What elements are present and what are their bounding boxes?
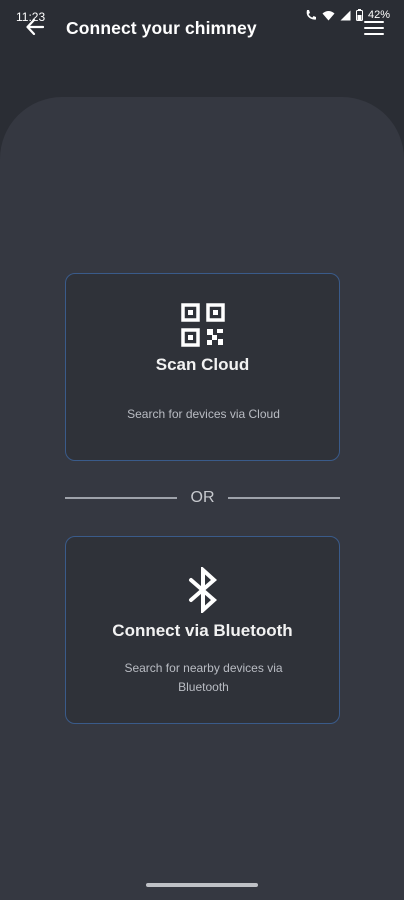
- page-title: Connect your chimney: [66, 18, 257, 38]
- scan-cloud-card[interactable]: Scan Cloud Search for devices via Cloud: [65, 273, 340, 461]
- app-header: Connect your chimney: [0, 12, 404, 44]
- home-indicator[interactable]: [146, 883, 258, 887]
- back-button[interactable]: [22, 16, 48, 42]
- bluetooth-description: Search for nearby devices via Bluetooth: [124, 661, 283, 694]
- scan-cloud-title: Scan Cloud: [155, 355, 250, 374]
- divider-line-right: [228, 497, 340, 499]
- menu-button[interactable]: [364, 20, 386, 38]
- qr-code-icon: [180, 303, 225, 352]
- or-divider: OR: [65, 488, 340, 508]
- hamburger-menu-icon: [364, 21, 384, 40]
- back-arrow-icon: [26, 18, 45, 40]
- bluetooth-icon: [188, 565, 218, 618]
- bluetooth-title: Connect via Bluetooth: [112, 621, 293, 640]
- scan-cloud-description: Search for devices via Cloud: [127, 407, 280, 421]
- connect-bluetooth-card[interactable]: Connect via Bluetooth Search for nearby …: [65, 536, 340, 724]
